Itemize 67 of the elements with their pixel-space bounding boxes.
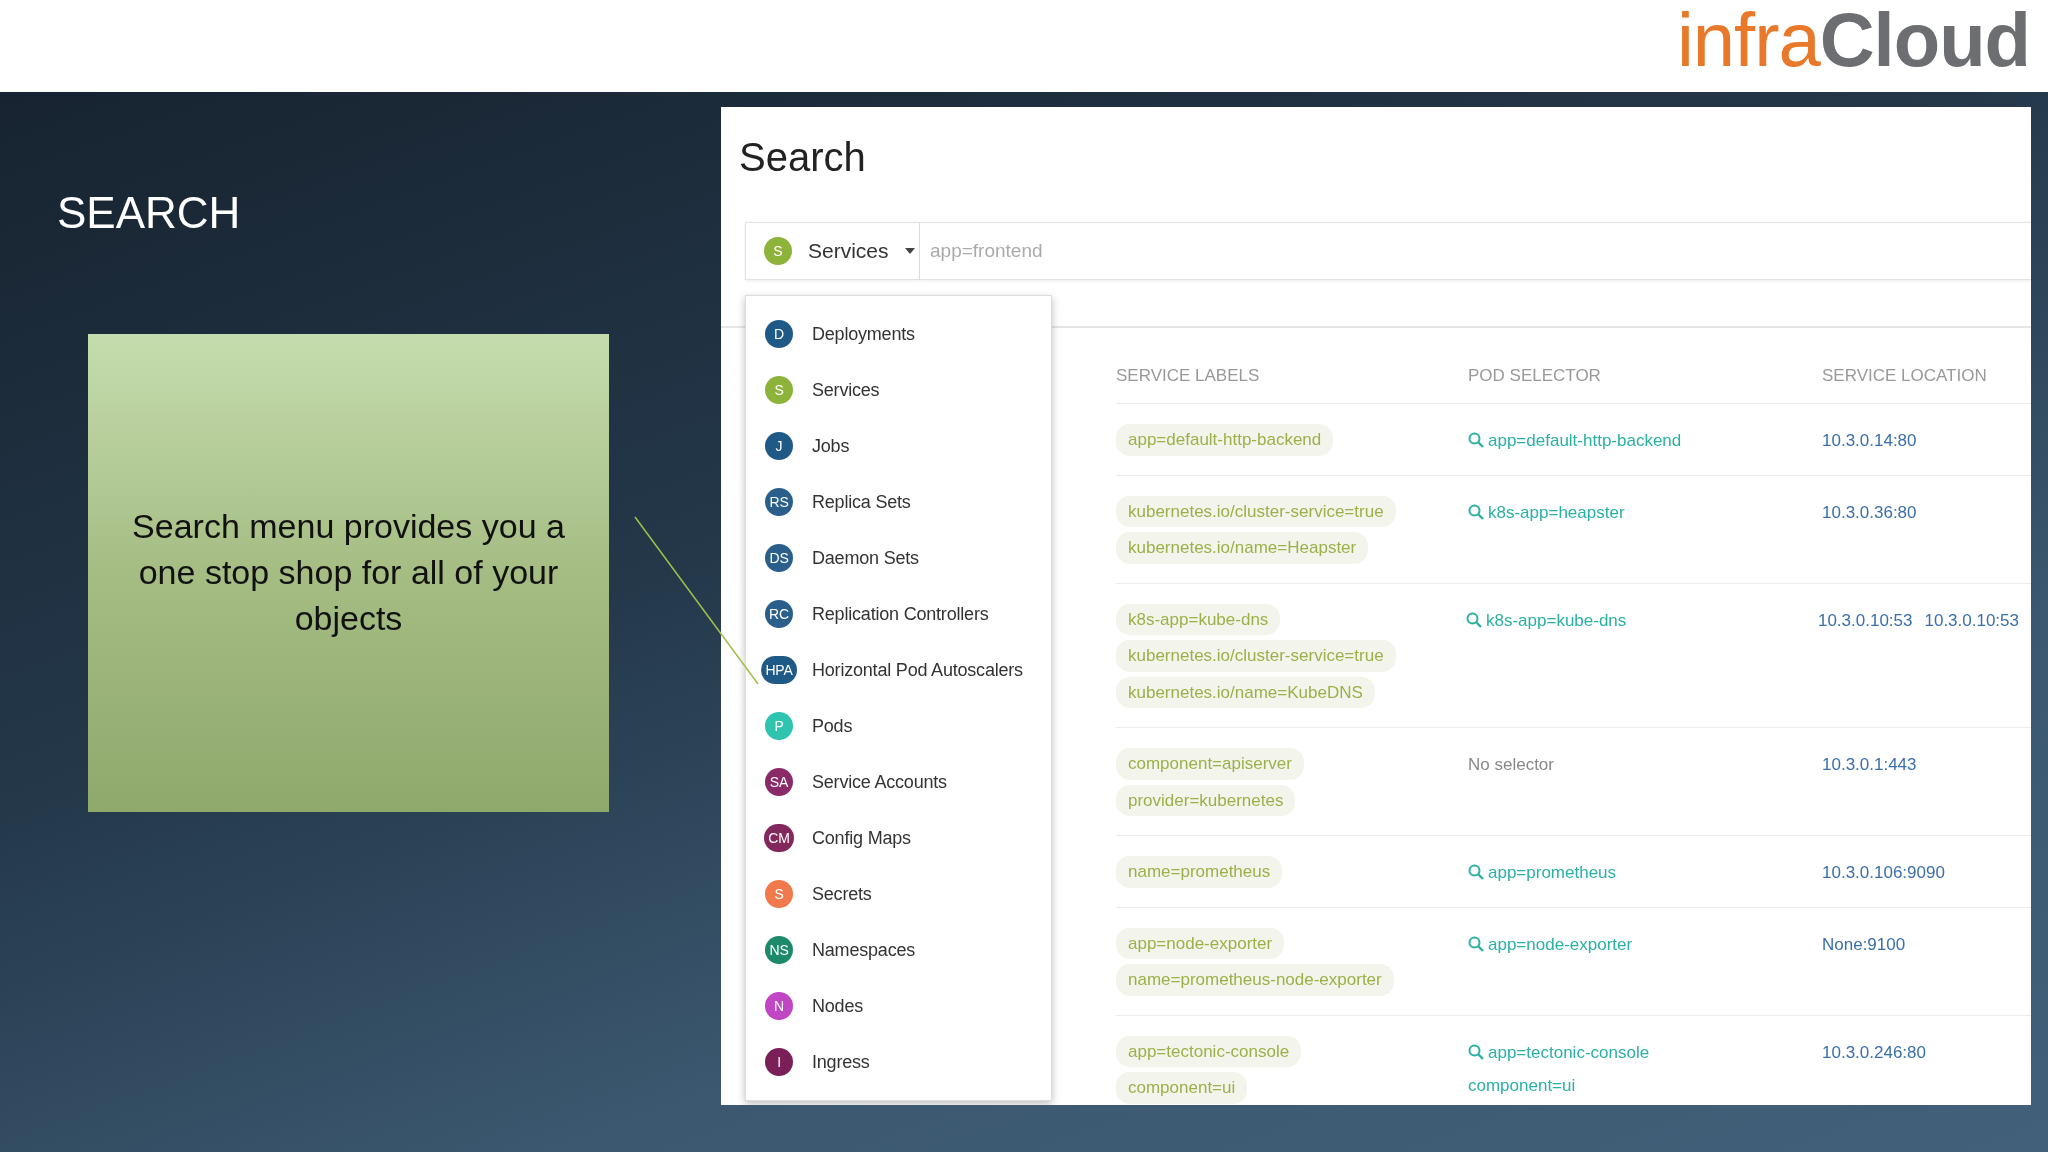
location-text: 10.3.0.106:9090 <box>1822 863 1945 882</box>
location-text: 10.3.0.10:53 <box>1817 610 1913 630</box>
label-tag: kubernetes.io/name=Heapster <box>1116 532 1369 564</box>
label-tag: component=apiserver <box>1116 748 1304 780</box>
menu-item[interactable]: SA Service Accounts <box>758 754 1051 810</box>
type-badge-icon: P <box>765 712 793 740</box>
label-tag: name=prometheus-node-exporter <box>1116 964 1394 996</box>
column-header: POD SELECTOR <box>1468 364 1602 387</box>
column-header: SERVICE LOCATION <box>1822 364 1988 387</box>
label-tag: app=default-http-backend <box>1116 424 1334 456</box>
search-field[interactable]: app=frontend <box>920 222 2031 280</box>
label-tag: k8s-app=kube-dns <box>1116 603 1281 635</box>
menu-item[interactable]: D Deployments <box>758 306 1051 362</box>
type-badge-icon: SA <box>765 768 793 796</box>
location-text: 10.3.0.246:80 <box>1822 1042 1926 1062</box>
label-tag: app=tectonic-console <box>1116 1035 1302 1067</box>
menu-item[interactable]: NS Namespaces <box>758 922 1051 978</box>
search-icon <box>1468 503 1484 520</box>
selector-text: No selector <box>1468 755 1554 774</box>
company-logo: infraCloud <box>1676 2 2030 78</box>
menu-item[interactable]: S Secrets <box>758 866 1051 922</box>
type-badge-icon: RS <box>765 488 793 516</box>
location-text: None:9100 <box>1822 934 1906 954</box>
location-text: 10.3.0.14:80 <box>1822 431 1917 450</box>
search-icon <box>1468 432 1484 448</box>
type-badge-icon: D <box>765 320 793 348</box>
type-badge-icon: N <box>765 992 793 1020</box>
type-badge-icon: I <box>765 1048 793 1076</box>
menu-item[interactable]: J Jobs <box>758 418 1051 474</box>
location-text: 10.3.0.10:53 <box>1924 610 2019 630</box>
caret-icon <box>904 248 915 254</box>
location-text: 10.3.0.36:80 <box>1822 502 1917 522</box>
menu-item[interactable]: HPA Horizontal Pod Autoscalers <box>758 642 1051 698</box>
type-badge-icon: CM <box>764 824 794 852</box>
type-badge-icon: RC <box>765 600 793 628</box>
label-tag: kubernetes.io/cluster-service=true <box>1116 640 1396 672</box>
search-icon <box>1468 864 1484 880</box>
type-dropdown-button[interactable]: S Services <box>745 222 920 280</box>
menu-item[interactable]: N Nodes <box>758 978 1051 1034</box>
search-icon <box>1468 1043 1484 1060</box>
menu-item[interactable]: CM Config Maps <box>758 810 1051 866</box>
menu-item[interactable]: P Pods <box>758 698 1051 754</box>
search-icon <box>1465 611 1482 628</box>
label-tag: kubernetes.io/name=KubeDNS <box>1116 676 1375 708</box>
label-tag: component=ui <box>1116 1072 1248 1104</box>
callout-text: Search menu provides you a one stop shop for all of your objects <box>131 506 566 639</box>
search-icon <box>1468 935 1484 952</box>
label-tag: provider=kubernetes <box>1116 784 1296 816</box>
type-badge-icon: HPA <box>761 656 797 684</box>
label-tag: name=prometheus <box>1116 856 1283 888</box>
label-tag: app=node-exporter <box>1116 927 1285 959</box>
page-title: Search <box>739 134 867 181</box>
location-text: 10.3.0.1:443 <box>1822 755 1917 774</box>
type-badge-icon: J <box>765 432 793 460</box>
menu-item[interactable]: RC Replication Controllers <box>758 586 1051 642</box>
type-badge-icon: S <box>764 237 792 265</box>
label-tag: kubernetes.io/cluster-service=true <box>1116 495 1396 527</box>
type-badge-icon: S <box>765 376 793 404</box>
type-badge-icon: S <box>765 880 793 908</box>
type-badge-icon: DS <box>765 544 793 572</box>
slide-heading: SEARCH <box>57 187 242 239</box>
type-badge-icon: NS <box>765 936 793 964</box>
menu-item[interactable]: I Ingress <box>758 1034 1051 1090</box>
menu-item[interactable]: S Services <box>758 362 1051 418</box>
column-header: SERVICE LABELS <box>1116 364 1261 387</box>
menu-item[interactable]: RS Replica Sets <box>758 474 1051 530</box>
menu-item[interactable]: DS Daemon Sets <box>758 530 1051 586</box>
